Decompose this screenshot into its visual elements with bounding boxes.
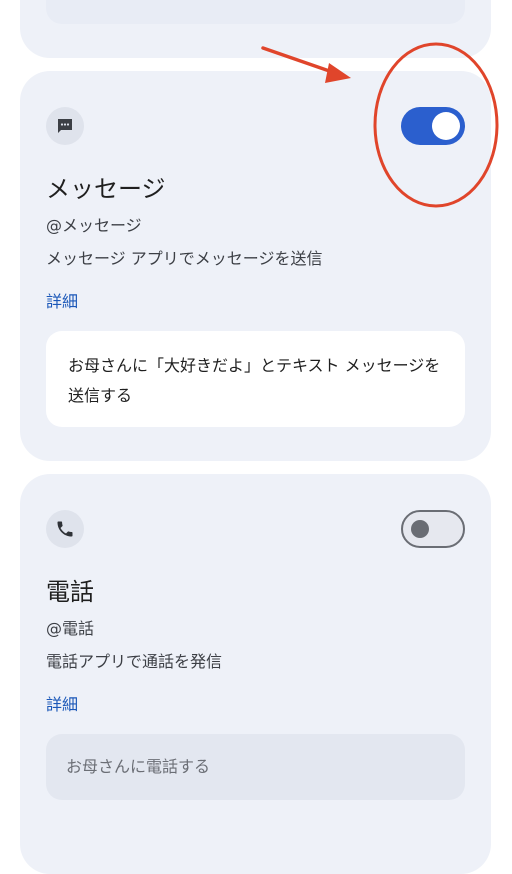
phone-example-box: お母さんに電話する — [46, 734, 465, 800]
chat-bubble-icon — [46, 107, 84, 145]
messages-card: メッセージ @メッセージ メッセージ アプリでメッセージを送信 詳細 お母さんに… — [20, 71, 491, 461]
toggle-knob — [432, 112, 460, 140]
phone-title: 電話 — [46, 578, 94, 606]
messages-example-box: お母さんに「大好きだよ」とテキスト メッセージを送信する — [46, 331, 465, 427]
phone-handle: @電話 — [46, 619, 95, 638]
messages-handle: @メッセージ — [46, 216, 142, 235]
phone-icon — [46, 510, 84, 548]
toggle-knob — [411, 520, 429, 538]
phone-details-link[interactable]: 詳細 — [46, 691, 78, 715]
phone-card: 電話 @電話 電話アプリで通話を発信 詳細 お母さんに電話する — [20, 474, 491, 874]
messages-description: メッセージ アプリでメッセージを送信 — [46, 249, 323, 268]
messages-title: メッセージ — [46, 175, 166, 203]
phone-toggle[interactable] — [401, 510, 465, 548]
phone-description: 電話アプリで通話を発信 — [46, 652, 223, 671]
messages-toggle[interactable] — [401, 107, 465, 145]
top-card-example-box — [46, 0, 465, 24]
messages-details-link[interactable]: 詳細 — [46, 288, 78, 312]
top-card — [20, 0, 491, 58]
